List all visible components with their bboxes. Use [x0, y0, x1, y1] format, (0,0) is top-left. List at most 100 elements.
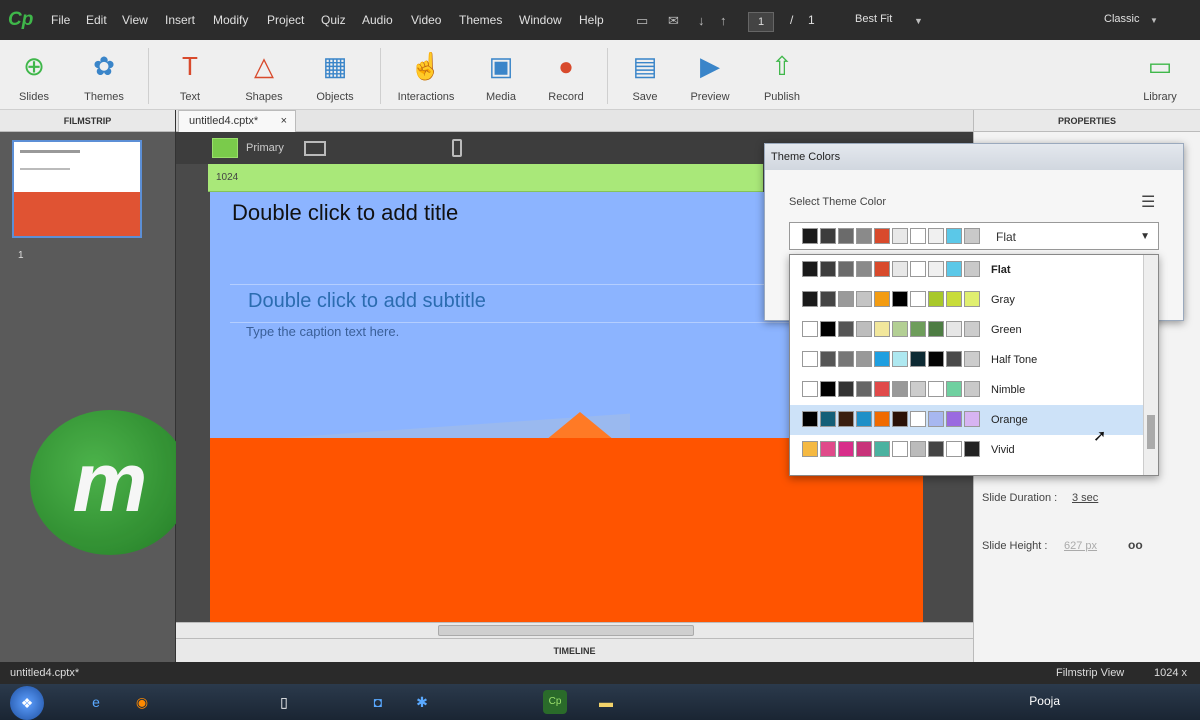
- shapes-button[interactable]: △ Shapes: [234, 46, 294, 106]
- page-number-input[interactable]: 1: [748, 12, 774, 32]
- color-swatch: [838, 228, 854, 244]
- menu-video[interactable]: Video: [411, 13, 441, 27]
- zoom-select[interactable]: Best Fit: [855, 13, 892, 25]
- theme-option-label: Half Tone: [991, 354, 1038, 366]
- menu-help[interactable]: Help: [579, 13, 604, 27]
- image-icon: ▣: [488, 51, 514, 81]
- color-swatch: [856, 261, 872, 277]
- skype-icon[interactable]: ◘: [366, 690, 390, 714]
- firefox-icon[interactable]: ◉: [130, 690, 154, 714]
- menu-audio[interactable]: Audio: [362, 13, 393, 27]
- menu-window[interactable]: Window: [519, 13, 562, 27]
- theme-option-half-tone[interactable]: Half Tone: [790, 345, 1143, 375]
- color-swatch: [892, 228, 908, 244]
- objects-label: Objects: [316, 91, 354, 103]
- color-swatch: [946, 381, 962, 397]
- color-swatch: [928, 351, 944, 367]
- settings-icon[interactable]: ✱: [410, 690, 434, 714]
- dropdown-scrollbar[interactable]: [1143, 255, 1158, 475]
- close-icon[interactable]: ×: [281, 111, 287, 131]
- color-swatch: [946, 351, 962, 367]
- color-swatch: [874, 441, 890, 457]
- color-swatch: [820, 291, 836, 307]
- slide-title-placeholder[interactable]: Double click to add title: [232, 200, 458, 226]
- monitor-icon[interactable]: ▭: [636, 13, 648, 29]
- menu-themes[interactable]: Themes: [459, 13, 502, 27]
- mobile-icon[interactable]: [452, 139, 462, 157]
- theme-option-orange[interactable]: Orange: [790, 405, 1143, 435]
- tablet-icon[interactable]: [304, 141, 326, 156]
- text-button[interactable]: T Text: [160, 46, 220, 106]
- ie-icon[interactable]: e: [84, 690, 108, 714]
- theme-option-green[interactable]: Green: [790, 315, 1143, 345]
- menu-project[interactable]: Project: [267, 13, 304, 27]
- themes-button[interactable]: ✿ Themes: [74, 46, 134, 106]
- menu-edit[interactable]: Edit: [86, 13, 107, 27]
- slides-button[interactable]: ⊕ Slides: [4, 46, 64, 106]
- color-swatch: [802, 441, 818, 457]
- menu-file[interactable]: File: [51, 13, 70, 27]
- interactions-button[interactable]: ☝ Interactions: [396, 46, 456, 106]
- start-button-icon[interactable]: ❖: [10, 686, 44, 720]
- color-swatch: [946, 411, 962, 427]
- theme-option-flat[interactable]: Flat: [790, 255, 1143, 285]
- theme-option-gray[interactable]: Gray: [790, 285, 1143, 315]
- publish-button[interactable]: ⇧ Publish: [752, 46, 812, 106]
- save-button[interactable]: ▤ Save: [615, 46, 675, 106]
- theme-option-nimble[interactable]: Nimble: [790, 375, 1143, 405]
- chevron-down-icon[interactable]: ▼: [1150, 16, 1158, 25]
- arrow-up-icon[interactable]: ↑: [720, 13, 727, 28]
- workspace-select[interactable]: Classic: [1104, 13, 1139, 25]
- menu-view[interactable]: View: [122, 13, 148, 27]
- scrollbar-thumb[interactable]: [1147, 415, 1155, 449]
- menu-modify[interactable]: Modify: [213, 13, 248, 27]
- menu-insert[interactable]: Insert: [165, 13, 195, 27]
- preview-button[interactable]: ▶ Preview: [680, 46, 740, 106]
- color-swatch: [802, 261, 818, 277]
- color-swatch: [874, 261, 890, 277]
- chevron-down-icon: ▼: [1140, 231, 1150, 242]
- filmstrip-panel: FILMSTRIP 1: [0, 110, 176, 662]
- objects-button[interactable]: ▦ Objects: [305, 46, 365, 106]
- theme-color-select[interactable]: Flat ▼: [789, 222, 1159, 250]
- slide-subtitle-placeholder[interactable]: Double click to add subtitle: [248, 290, 486, 313]
- link-icon[interactable]: oo: [1128, 538, 1143, 552]
- slide-thumbnail[interactable]: [12, 140, 142, 238]
- timeline-bar[interactable]: TIMELINE: [176, 638, 973, 662]
- selected-theme-name: Flat: [996, 230, 1017, 244]
- color-swatch: [874, 381, 890, 397]
- menu-quiz[interactable]: Quiz: [321, 13, 346, 27]
- arrow-down-icon[interactable]: ↓: [698, 13, 705, 28]
- status-view[interactable]: Filmstrip View: [1056, 662, 1124, 684]
- desktop-icon[interactable]: [212, 138, 238, 158]
- mail-icon[interactable]: ✉: [668, 13, 679, 29]
- captivate-taskbar-icon[interactable]: Cp: [543, 690, 567, 714]
- chevron-down-icon[interactable]: ▼: [914, 16, 923, 26]
- media-label: Media: [486, 91, 516, 103]
- library-button[interactable]: ▭ Library: [1130, 46, 1190, 106]
- select-theme-label: Select Theme Color: [789, 196, 887, 208]
- folder-icon: ▭: [1147, 51, 1173, 81]
- slide-caption-placeholder[interactable]: Type the caption text here.: [246, 324, 399, 339]
- slide-height-value[interactable]: 627 px: [1064, 540, 1097, 552]
- document-tab[interactable]: untitled4.cptx* ×: [178, 110, 296, 132]
- text-icon: T: [182, 51, 198, 81]
- breakpoint-ruler[interactable]: 1024: [208, 164, 763, 192]
- color-swatch: [892, 411, 908, 427]
- scrollbar-thumb[interactable]: [438, 625, 694, 636]
- record-button[interactable]: ● Record: [536, 46, 596, 106]
- folder-icon[interactable]: ▬: [594, 690, 618, 714]
- status-bar: untitled4.cptx* Filmstrip View 1024 x 62: [0, 662, 1200, 701]
- horizontal-scrollbar[interactable]: [176, 622, 973, 638]
- media-button[interactable]: ▣ Media: [471, 46, 531, 106]
- file-icon[interactable]: ▯: [272, 690, 296, 714]
- color-swatch: [874, 321, 890, 337]
- color-swatch: [910, 291, 926, 307]
- theme-option-vivid[interactable]: Vivid: [790, 435, 1143, 465]
- document-tab-label: untitled4.cptx*: [189, 115, 259, 127]
- color-swatch: [928, 441, 944, 457]
- menu-icon[interactable]: ☰: [1141, 192, 1155, 212]
- color-swatch: [928, 261, 944, 277]
- slide-duration-value[interactable]: 3 sec: [1072, 492, 1098, 504]
- color-swatch: [802, 228, 818, 244]
